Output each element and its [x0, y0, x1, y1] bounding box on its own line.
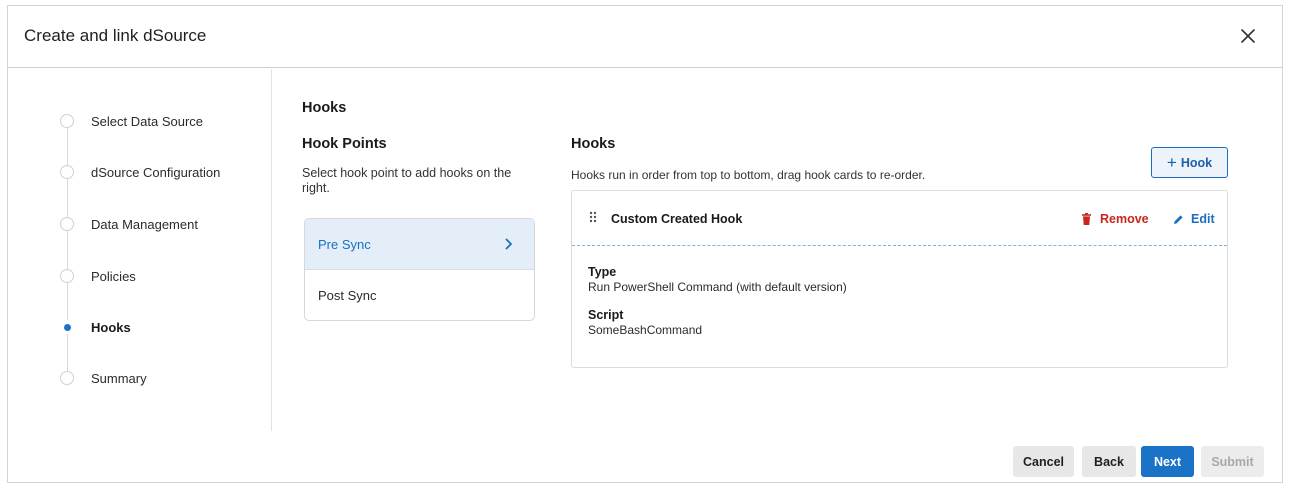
hooks-description: Hooks run in order from top to bottom, d… [571, 168, 926, 182]
plus-icon: + [1166, 153, 1177, 172]
remove-label: Remove [1100, 212, 1149, 226]
step-data-management[interactable]: Data Management [60, 213, 260, 235]
hook-name: Custom Created Hook [611, 212, 743, 226]
step-hooks[interactable]: Hooks [60, 316, 260, 338]
step-select-data-source[interactable]: Select Data Source [60, 110, 260, 132]
create-link-dsource-dialog: Create and link dSource Select Data Sour… [7, 5, 1283, 483]
hook-point-post-sync[interactable]: Post Sync [305, 270, 534, 320]
hook-script-label: Script [588, 308, 624, 322]
section-title: Hooks [302, 100, 347, 116]
step-label: Select Data Source [91, 113, 204, 129]
hook-point-label: Post Sync [318, 288, 377, 303]
step-label: Hooks [91, 319, 131, 335]
back-button[interactable]: Back [1082, 446, 1136, 477]
step-indicator [60, 269, 74, 283]
add-hook-label: Hook [1180, 155, 1213, 170]
step-label: Policies [91, 268, 136, 284]
submit-button: Submit [1201, 446, 1264, 477]
step-indicator-active [60, 320, 74, 334]
pencil-icon [1174, 214, 1183, 224]
step-label: dSource Configuration [91, 164, 221, 180]
next-button[interactable]: Next [1141, 446, 1194, 477]
hook-points-title: Hook Points [302, 136, 387, 152]
step-policies[interactable]: Policies [60, 265, 260, 287]
edit-hook-button[interactable]: Edit [1173, 212, 1215, 226]
hook-points-list: Pre Sync Post Sync [304, 218, 535, 321]
dialog-footer: Cancel Back Next Submit [8, 442, 1282, 484]
close-button[interactable] [1238, 26, 1258, 46]
wizard-stepper: Select Data Source dSource Configuration… [8, 69, 272, 431]
step-summary[interactable]: Summary [60, 367, 260, 389]
remove-hook-button[interactable]: Remove [1082, 212, 1149, 226]
step-label: Summary [91, 370, 147, 386]
step-indicator [60, 371, 74, 385]
trash-icon [1082, 213, 1091, 225]
drag-handle-icon[interactable] [588, 210, 598, 224]
dialog-header: Create and link dSource [8, 6, 1282, 68]
hook-card-header: Custom Created Hook Remove Edit [572, 191, 1227, 246]
hook-type-value: Run PowerShell Command (with default ver… [588, 280, 847, 294]
edit-label: Edit [1191, 212, 1215, 226]
chevron-right-icon [505, 238, 512, 250]
dialog-title: Create and link dSource [24, 26, 207, 45]
hook-point-label: Pre Sync [318, 236, 371, 252]
hooks-title: Hooks [571, 136, 616, 152]
hook-point-pre-sync[interactable]: Pre Sync [305, 219, 534, 270]
step-indicator [60, 165, 74, 179]
hook-type-label: Type [588, 265, 617, 279]
cancel-button[interactable]: Cancel [1013, 446, 1074, 477]
hook-card[interactable]: Custom Created Hook Remove Edit Type Run… [571, 190, 1228, 368]
hook-script-value: SomeBashCommand [588, 323, 703, 337]
hook-points-description: Select hook point to add hooks on the ri… [302, 166, 512, 195]
step-indicator [60, 114, 74, 128]
stepper-line [67, 121, 68, 379]
step-dsource-configuration[interactable]: dSource Configuration [60, 161, 260, 183]
close-icon [1241, 29, 1255, 43]
add-hook-button[interactable]: + Hook [1151, 147, 1228, 178]
step-label: Data Management [91, 216, 198, 232]
step-indicator [60, 217, 74, 231]
